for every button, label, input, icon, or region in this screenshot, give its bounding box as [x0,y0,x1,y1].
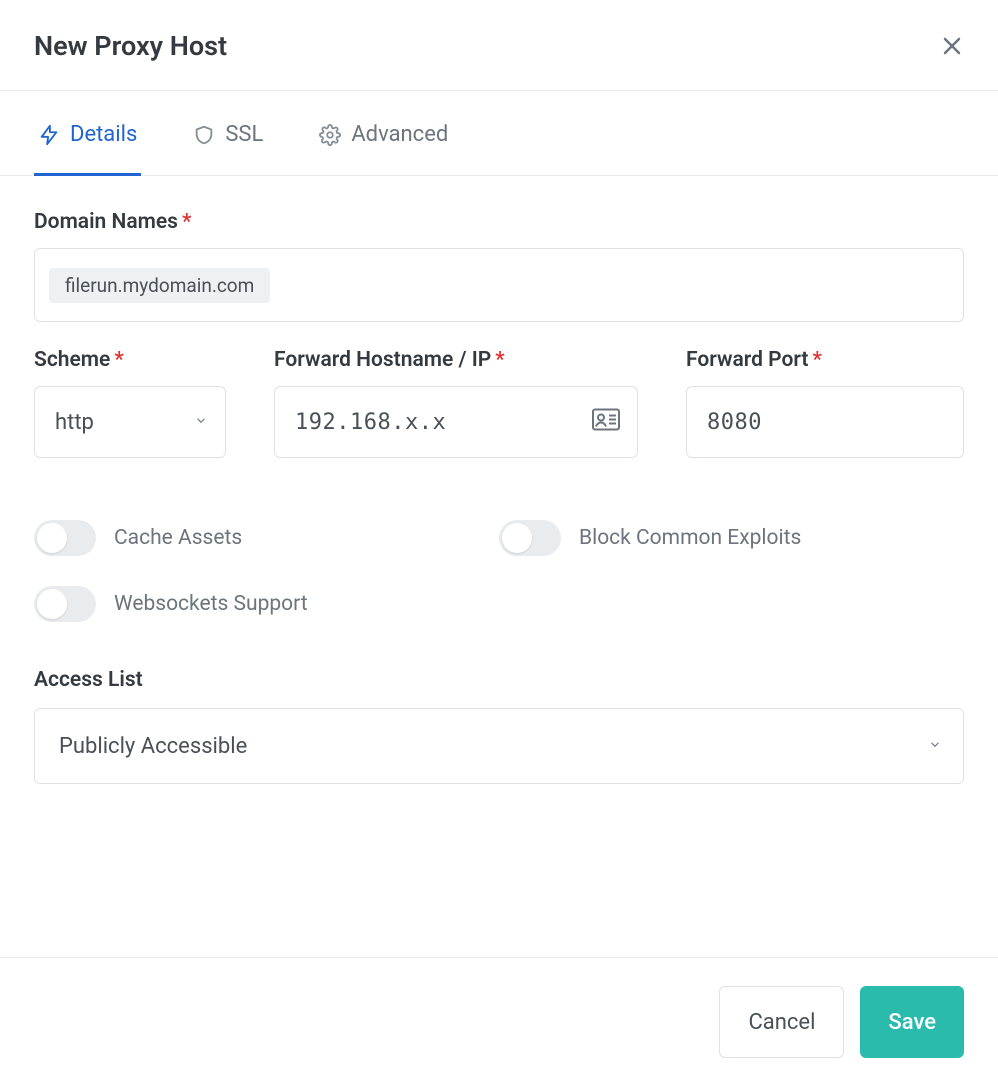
forward-port-input[interactable] [686,386,964,458]
toggle-grid: Cache Assets Block Common Exploits Webso… [34,520,964,622]
modal-header: New Proxy Host [0,0,998,91]
tab-details[interactable]: Details [34,92,141,176]
close-button[interactable] [940,34,964,58]
tab-advanced-label: Advanced [351,122,448,147]
domain-names-label-text: Domain Names [34,210,178,234]
shield-icon [193,124,215,146]
required-marker: * [495,348,504,372]
domain-chip[interactable]: filerun.mydomain.com [49,268,270,303]
cache-assets-toggle[interactable] [34,520,96,556]
modal-title: New Proxy Host [34,30,227,62]
websockets-label: Websockets Support [114,592,308,616]
forward-hostname-label-text: Forward Hostname / IP [274,348,491,372]
cache-assets-label: Cache Assets [114,526,242,550]
cancel-button[interactable]: Cancel [719,986,844,1058]
modal-body: Domain Names* filerun.mydomain.com Schem… [0,176,998,957]
access-list-label: Access List [34,668,964,692]
scheme-group: Scheme* http [34,348,226,458]
modal-footer: Cancel Save [0,957,998,1086]
forward-hostname-input[interactable] [274,386,638,458]
cache-assets-row: Cache Assets [34,520,499,556]
access-list-select[interactable]: Publicly Accessible [34,708,964,784]
bolt-icon [38,124,60,146]
block-exploits-row: Block Common Exploits [499,520,964,556]
tab-ssl[interactable]: SSL [189,92,267,176]
block-exploits-label: Block Common Exploits [579,526,801,550]
access-list-group: Access List Publicly Accessible [34,668,964,784]
block-exploits-toggle[interactable] [499,520,561,556]
websockets-row: Websockets Support [34,586,499,622]
tab-ssl-label: SSL [225,122,263,147]
save-button[interactable]: Save [860,986,964,1058]
scheme-label: Scheme* [34,348,226,372]
forward-port-label-text: Forward Port [686,348,808,372]
forward-hostname-group: Forward Hostname / IP* [274,348,638,458]
forward-port-group: Forward Port* [686,348,964,458]
domain-names-group: Domain Names* filerun.mydomain.com [34,210,964,322]
required-marker: * [182,210,191,234]
modal-new-proxy-host: New Proxy Host Details SSL Advanced Doma… [0,0,998,1086]
contact-card-icon [592,409,620,436]
scheme-select[interactable]: http [34,386,226,458]
tab-bar: Details SSL Advanced [0,91,998,176]
required-marker: * [812,348,821,372]
scheme-label-text: Scheme [34,348,110,372]
forward-port-label: Forward Port* [686,348,964,372]
domain-names-input[interactable]: filerun.mydomain.com [34,248,964,322]
close-icon [940,34,964,58]
required-marker: * [114,348,123,372]
domain-names-label: Domain Names* [34,210,964,234]
gear-icon [319,124,341,146]
tab-advanced[interactable]: Advanced [315,92,452,176]
forward-hostname-label: Forward Hostname / IP* [274,348,638,372]
websockets-toggle[interactable] [34,586,96,622]
tab-details-label: Details [70,122,137,147]
